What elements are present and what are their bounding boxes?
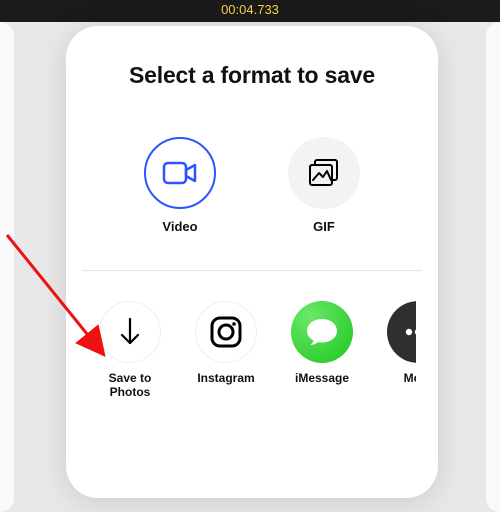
share-label: Instagram — [197, 371, 254, 385]
bg-card-right — [486, 22, 500, 512]
gif-gallery-icon — [307, 158, 341, 188]
background-status-bar: 00:04.733 — [0, 0, 500, 22]
bg-card-left — [0, 22, 14, 512]
format-label: Video — [162, 219, 197, 234]
share-options-row: Save to Photos Instagram iMessage — [88, 301, 416, 400]
download-arrow-icon — [118, 316, 142, 348]
share-icon-circle — [387, 301, 416, 363]
format-option-gif[interactable]: GIF — [288, 137, 360, 234]
chat-bubble-icon — [304, 316, 340, 348]
share-instagram[interactable]: Instagram — [190, 301, 262, 400]
modal-title: Select a format to save — [88, 62, 416, 89]
share-save-to-photos[interactable]: Save to Photos — [94, 301, 166, 400]
divider — [82, 270, 422, 271]
video-camera-icon — [162, 160, 198, 186]
format-label: GIF — [313, 219, 335, 234]
timestamp-label: 00:04.733 — [221, 0, 279, 17]
format-options-row: Video GIF — [88, 137, 416, 234]
instagram-icon — [208, 314, 244, 350]
share-label: More — [404, 371, 416, 385]
share-imessage[interactable]: iMessage — [286, 301, 358, 400]
ellipsis-icon — [403, 328, 416, 336]
format-option-video[interactable]: Video — [144, 137, 216, 234]
video-icon-circle — [144, 137, 216, 209]
gif-icon-circle — [288, 137, 360, 209]
share-label: iMessage — [295, 371, 349, 385]
share-label: Save to Photos — [109, 371, 152, 400]
save-format-modal: Select a format to save Video GIF — [66, 26, 438, 498]
share-icon-circle — [195, 301, 257, 363]
share-icon-circle — [99, 301, 161, 363]
share-icon-circle — [291, 301, 353, 363]
share-more[interactable]: More — [382, 301, 416, 400]
